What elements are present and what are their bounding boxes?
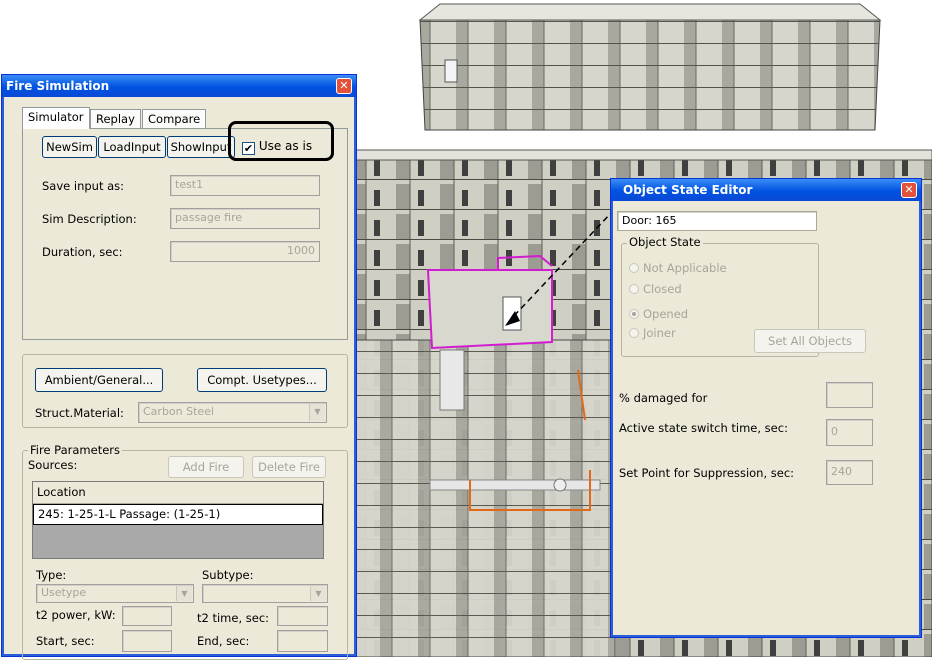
switch-time-label: Active state switch time, sec: xyxy=(619,421,788,435)
struct-material-label: Struct.Material: xyxy=(35,406,124,420)
save-input-label: Save input as: xyxy=(42,179,125,193)
sim-description-label: Sim Description: xyxy=(42,212,137,226)
delete-fire-button[interactable]: Delete Fire xyxy=(252,456,326,478)
tab-compare[interactable]: Compare xyxy=(142,109,207,129)
radio-icon xyxy=(629,284,639,294)
sim-description-field[interactable]: passage fire xyxy=(170,208,320,229)
newsim-button[interactable]: NewSim xyxy=(42,136,97,158)
suppression-label: Set Point for Suppression, sec: xyxy=(619,466,795,480)
object-state-editor-window: Object State Editor ✕ Door: 165 Object S… xyxy=(610,178,922,638)
radio-closed[interactable]: Closed xyxy=(629,282,682,296)
save-input-field[interactable]: test1 xyxy=(170,175,320,196)
showinput-button[interactable]: ShowInput xyxy=(167,136,235,158)
t2-power-label: t2 power, kW: xyxy=(36,608,116,622)
t2-power-field[interactable] xyxy=(122,606,172,626)
close-icon[interactable]: ✕ xyxy=(901,182,917,198)
duration-field[interactable]: 1000 xyxy=(170,241,320,262)
window-title: Object State Editor xyxy=(623,183,753,197)
type-label: Type: xyxy=(36,568,67,582)
chevron-down-icon[interactable]: ▼ xyxy=(176,586,192,601)
end-field[interactable] xyxy=(277,630,328,652)
chevron-down-icon[interactable]: ▼ xyxy=(309,404,325,421)
compt-usetypes-button[interactable]: Compt. Usetypes... xyxy=(197,368,327,392)
damaged-label: % damaged for xyxy=(619,391,708,405)
fire-parameters-label: Fire Parameters xyxy=(28,443,123,457)
sources-list[interactable]: Location 245: 1-25-1-L Passage: (1-25-1) xyxy=(32,481,324,559)
switch-time-field[interactable]: 0 xyxy=(826,419,873,446)
radio-opened[interactable]: Opened xyxy=(629,307,688,321)
list-header[interactable]: Location xyxy=(33,482,323,504)
radio-joiner[interactable]: Joiner xyxy=(629,326,676,340)
suppression-field[interactable]: 240 xyxy=(826,460,873,485)
t2-time-field[interactable] xyxy=(277,606,328,626)
duration-label: Duration, sec: xyxy=(42,245,123,259)
object-state-label: Object State xyxy=(627,235,703,249)
use-as-is-highlight xyxy=(228,121,334,161)
start-label: Start, sec: xyxy=(36,634,95,648)
radio-not-applicable[interactable]: Not Applicable xyxy=(629,261,727,275)
tab-replay[interactable]: Replay xyxy=(90,109,141,129)
fire-simulation-titlebar[interactable]: Fire Simulation ✕ xyxy=(2,75,356,97)
damaged-field[interactable] xyxy=(826,382,873,408)
type-select[interactable]: Usetype ▼ xyxy=(36,584,194,603)
set-all-objects-button[interactable]: Set All Objects xyxy=(754,329,866,353)
loadinput-button[interactable]: LoadInput xyxy=(98,136,166,158)
door-field: Door: 165 xyxy=(617,211,817,231)
struct-material-select[interactable]: Carbon Steel ▼ xyxy=(138,402,327,423)
radio-selected-icon xyxy=(629,309,639,319)
radio-icon xyxy=(629,328,639,338)
t2-time-label: t2 time, sec: xyxy=(197,611,270,625)
subtype-label: Subtype: xyxy=(202,568,254,582)
tab-simulator[interactable]: Simulator xyxy=(22,107,90,129)
radio-icon xyxy=(629,263,639,273)
add-fire-button[interactable]: Add Fire xyxy=(168,456,244,478)
subtype-select[interactable]: ▼ xyxy=(202,584,328,603)
sources-label: Sources: xyxy=(28,458,78,472)
end-label: End, sec: xyxy=(197,634,250,648)
start-field[interactable] xyxy=(122,630,172,652)
list-item[interactable]: 245: 1-25-1-L Passage: (1-25-1) xyxy=(33,504,323,525)
ambient-general-button[interactable]: Ambient/General... xyxy=(35,368,163,392)
object-state-titlebar[interactable]: Object State Editor ✕ xyxy=(611,179,921,201)
chevron-down-icon[interactable]: ▼ xyxy=(310,586,326,601)
close-icon[interactable]: ✕ xyxy=(336,78,352,94)
fire-simulation-window: Fire Simulation ✕ Simulator Replay Compa… xyxy=(1,74,357,660)
window-title: Fire Simulation xyxy=(6,79,110,93)
